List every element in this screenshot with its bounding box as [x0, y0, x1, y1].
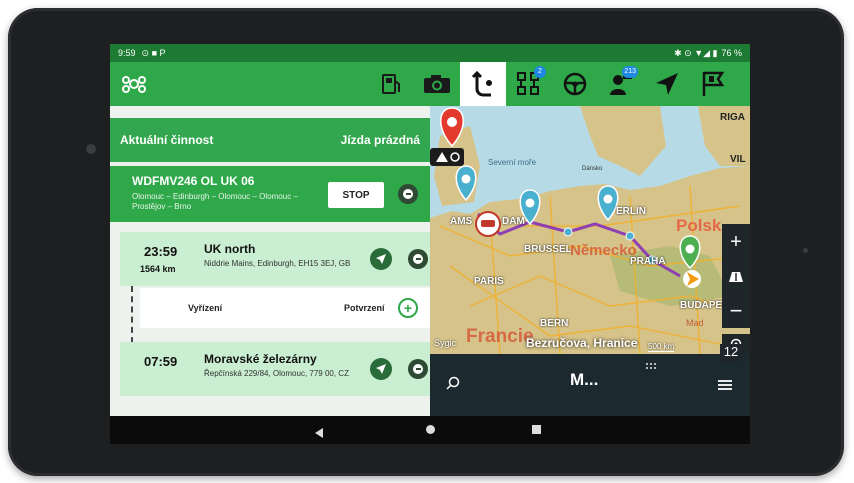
steering-wheel-icon[interactable] [552, 62, 598, 106]
navigate-icon[interactable] [370, 358, 392, 380]
search-icon[interactable] [446, 376, 460, 395]
app-logo-icon[interactable] [120, 72, 148, 96]
camera-icon[interactable] [414, 62, 460, 106]
map-bottom-panel: M... 12 [430, 344, 750, 416]
current-activity-bar[interactable]: Aktuální činnost Jízda prázdná [110, 118, 430, 162]
map-label-denmark: Dánsko [582, 166, 603, 172]
map-label-france: Francie [466, 326, 534, 347]
recents-icon[interactable] [532, 425, 541, 434]
map-label-praha: PRAHA [630, 256, 666, 267]
current-activity-value: Jízda prázdná [340, 133, 420, 147]
messages-badge: 213 [622, 66, 638, 78]
stop-card-moravske-zelezarny[interactable]: 07:59 Moravské železárny Řepčínská 229/8… [120, 342, 430, 396]
light-sensor [803, 248, 808, 253]
stop-name: Moravské železárny [204, 352, 317, 366]
zoom-in-button[interactable]: + [722, 224, 750, 260]
trip-route: Olomouc – Edinburgh – Olomouc – Olomouc … [132, 192, 298, 211]
menu-icon[interactable] [718, 378, 732, 396]
current-street: Bezručova, Hranice [526, 336, 638, 350]
map-label-germany: Německo [570, 242, 637, 259]
battery-percent: 76 % [721, 48, 742, 58]
home-icon[interactable] [426, 425, 435, 434]
navigation-arrow-icon[interactable] [644, 62, 690, 106]
map-label-vilnius: VIL [730, 154, 746, 165]
stop-time: 07:59 [144, 354, 178, 369]
back-icon[interactable] [315, 425, 324, 443]
map-label-hungary: Mad [686, 318, 704, 328]
status-system-icons: ✱ ⊙ ▼◢ ▮ [674, 47, 718, 58]
trip-icon [471, 70, 492, 97]
resolve-row: Vyřízení Potvrzení + [140, 288, 430, 328]
finish-flag-icon[interactable] [690, 62, 736, 106]
stop-time: 23:59 [144, 244, 178, 259]
status-bar: 9:59 ⊙ ■ P ✱ ⊙ ▼◢ ▮ 76 % [110, 44, 750, 62]
tab-transport-tasks[interactable]: 2 [506, 62, 552, 106]
view-mode-icon[interactable] [722, 260, 750, 294]
front-camera [86, 144, 96, 154]
tab-trip[interactable] [460, 62, 506, 106]
collapse-icon[interactable] [408, 359, 428, 379]
zoom-out-button[interactable]: − [722, 294, 750, 328]
zoom-level: 12 [720, 344, 742, 362]
status-notification-icons: ⊙ ■ P [141, 47, 166, 58]
app-toolbar: 2 213 [110, 62, 750, 106]
map-label-brussel: BRUSSEL [524, 244, 572, 255]
sygic-logo: Sygic [434, 338, 457, 348]
map-label-riga: RIGA [720, 112, 745, 123]
map-label-berlin: ERLIN [616, 206, 646, 217]
navigate-icon[interactable] [370, 248, 392, 270]
stop-name: UK north [204, 242, 256, 256]
system-nav-bar [110, 416, 750, 444]
fuel-icon[interactable] [368, 62, 414, 106]
stop-button[interactable]: STOP [328, 182, 384, 208]
trip-title: WDFMV246 OL UK 06 [132, 174, 255, 188]
map-label-paris: PARIS [474, 276, 504, 287]
map-view[interactable]: RIGA VIL Severní moře Dánsko AMS DAM ERL… [430, 106, 750, 354]
resolve-label[interactable]: Vyřízení [188, 303, 222, 313]
stop-address: Niddrie Mains, Edinburgh, EH15 3EJ, GB [204, 259, 351, 268]
tasks-badge: 2 [534, 66, 546, 78]
activity-panel: Aktuální činnost Jízda prázdná WDFMV246 … [110, 106, 430, 416]
messages-icon[interactable]: 213 [598, 62, 644, 106]
stop-distance: 1564 km [140, 264, 176, 274]
map-label-amsterdam-end: DAM [502, 216, 525, 227]
map-label-amsterdam: AMS [450, 216, 473, 227]
device-screen: 9:59 ⊙ ■ P ✱ ⊙ ▼◢ ▮ 76 % 2 213 Aktuální … [110, 44, 750, 444]
trip-card[interactable]: WDFMV246 OL UK 06 Olomouc – Edinburgh – … [110, 166, 430, 222]
status-time: 9:59 [118, 48, 136, 58]
stop-address: Řepčínská 229/84, Olomouc, 779 00, CZ [204, 369, 349, 378]
current-activity-label: Aktuální činnost [120, 133, 214, 147]
map-scale: 500 km [648, 342, 675, 352]
stop-card-uk-north[interactable]: 23:59 1564 km UK north Niddrie Mains, Ed… [120, 232, 430, 286]
collapse-icon[interactable] [398, 184, 418, 204]
map-label-bern: BERN [540, 318, 569, 329]
confirm-label[interactable]: Potvrzení [344, 303, 385, 313]
grid-icon[interactable] [646, 358, 658, 376]
map-label-poland: Polsk [676, 216, 722, 235]
map-panel-title[interactable]: M... [570, 370, 598, 390]
map-label-north-sea: Severní moře [488, 158, 537, 167]
collapse-icon[interactable] [408, 249, 428, 269]
add-icon[interactable]: + [398, 298, 418, 318]
